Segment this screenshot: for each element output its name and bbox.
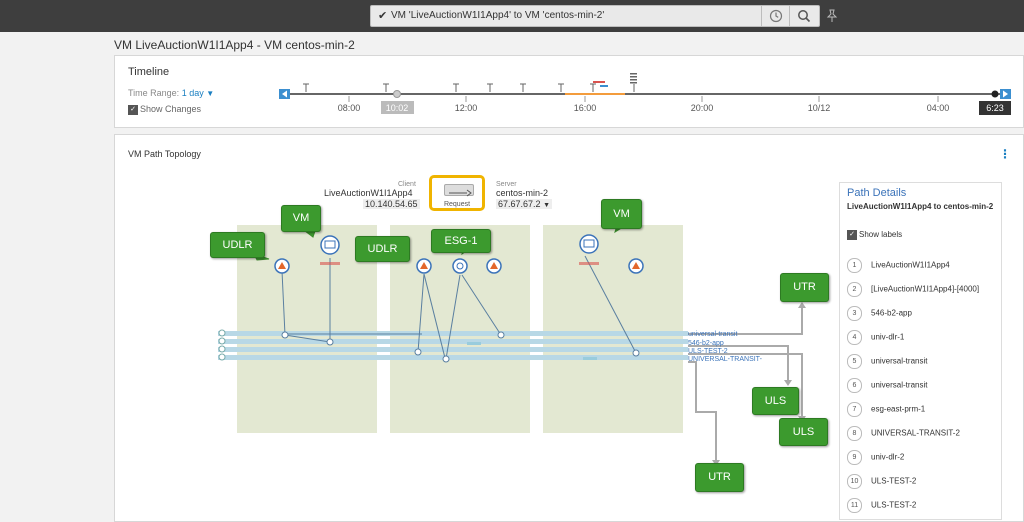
path-item-number: 5 <box>847 354 862 369</box>
callout-udlr: UDLR <box>210 232 265 258</box>
path-item-number: 7 <box>847 402 862 417</box>
path-item[interactable]: 11 ULS-TEST-2 <box>847 498 916 514</box>
path-item[interactable]: 3 546-b2-app <box>847 306 912 322</box>
path-item-number: 8 <box>847 426 862 441</box>
path-item-label: esg-east-prm-1 <box>871 404 926 414</box>
show-labels[interactable]: ✓ Show labels <box>847 230 902 240</box>
arrow-right-icon <box>444 184 474 197</box>
path-item-label: LiveAuctionW1I1App4 <box>871 260 950 270</box>
segment-label[interactable]: universal-transit <box>688 331 737 338</box>
path-item[interactable]: 5 universal-transit <box>847 354 927 370</box>
server-ip[interactable]: 67.67.67.2 ▼ <box>496 199 552 209</box>
request-button[interactable]: Request <box>429 175 485 211</box>
path-item[interactable]: 4 univ-dlr-1 <box>847 330 904 346</box>
callout-uls: ULS <box>752 387 799 415</box>
path-item-number: 9 <box>847 450 862 465</box>
callout-uls: ULS <box>779 418 828 446</box>
callout-udlr: UDLR <box>355 236 410 262</box>
path-item-number: 11 <box>847 498 862 513</box>
show-labels-label: Show labels <box>859 230 903 240</box>
callout-esg: ESG-1 <box>431 229 491 253</box>
callout-vm: VM <box>281 205 321 232</box>
server-name: centos-min-2 <box>496 188 549 198</box>
segment-label[interactable]: 546-b2-app <box>688 340 724 347</box>
path-item-number: 3 <box>847 306 862 321</box>
path-item-number: 6 <box>847 378 862 393</box>
path-item[interactable]: 6 universal-transit <box>847 378 927 394</box>
zone-2 <box>390 225 530 433</box>
caret-down-icon[interactable]: ▼ <box>543 202 550 209</box>
path-item-label: universal-transit <box>871 356 928 366</box>
segment-label[interactable]: ULS-TEST-2 <box>688 348 728 355</box>
path-item-label: univ-dlr-2 <box>871 452 905 462</box>
checkbox-icon[interactable]: ✓ <box>847 230 857 240</box>
path-details-subtitle: LiveAuctionW1I1App4 to centos-min-2 <box>847 202 994 211</box>
path-item[interactable]: 9 univ-dlr-2 <box>847 450 904 466</box>
callout-vm: VM <box>601 199 642 229</box>
request-label: Request <box>443 201 471 208</box>
client-ip: 10.140.54.65 <box>363 199 420 209</box>
path-item-number: 1 <box>847 258 862 273</box>
path-details-panel: Path Details LiveAuctionW1I1App4 to cent… <box>839 182 1002 520</box>
path-item-label: ULS-TEST-2 <box>871 500 917 510</box>
client-label: Client <box>398 181 416 188</box>
path-item-number: 2 <box>847 282 862 297</box>
path-details-title: Path Details <box>847 187 907 199</box>
path-item[interactable]: 8 UNIVERSAL-TRANSIT-2 <box>847 426 960 442</box>
path-item[interactable]: 7 esg-east-prm-1 <box>847 402 925 418</box>
path-item[interactable]: 1 LiveAuctionW1I1App4 <box>847 258 950 274</box>
path-item-label: [LiveAuctionW1I1App4]-[4000] <box>871 284 980 294</box>
path-item-number: 4 <box>847 330 862 345</box>
client-name: LiveAuctionW1I1App4 <box>324 188 413 198</box>
zone-3 <box>543 225 683 433</box>
server-ip-value: 67.67.67.2 <box>498 199 541 209</box>
path-item[interactable]: 10 ULS-TEST-2 <box>847 474 916 490</box>
server-label: Server <box>496 181 517 188</box>
path-item-number: 10 <box>847 474 862 489</box>
path-item-label: 546-b2-app <box>871 308 912 318</box>
path-item[interactable]: 2 [LiveAuctionW1I1App4]-[4000] <box>847 282 979 298</box>
path-item-label: ULS-TEST-2 <box>871 476 917 486</box>
segment-label[interactable]: UNIVERSAL-TRANSIT- <box>688 356 762 363</box>
callout-utr: UTR <box>695 463 744 492</box>
path-item-label: universal-transit <box>871 380 928 390</box>
path-item-label: univ-dlr-1 <box>871 332 905 342</box>
callout-utr: UTR <box>780 273 829 302</box>
path-item-label: UNIVERSAL-TRANSIT-2 <box>871 428 960 438</box>
